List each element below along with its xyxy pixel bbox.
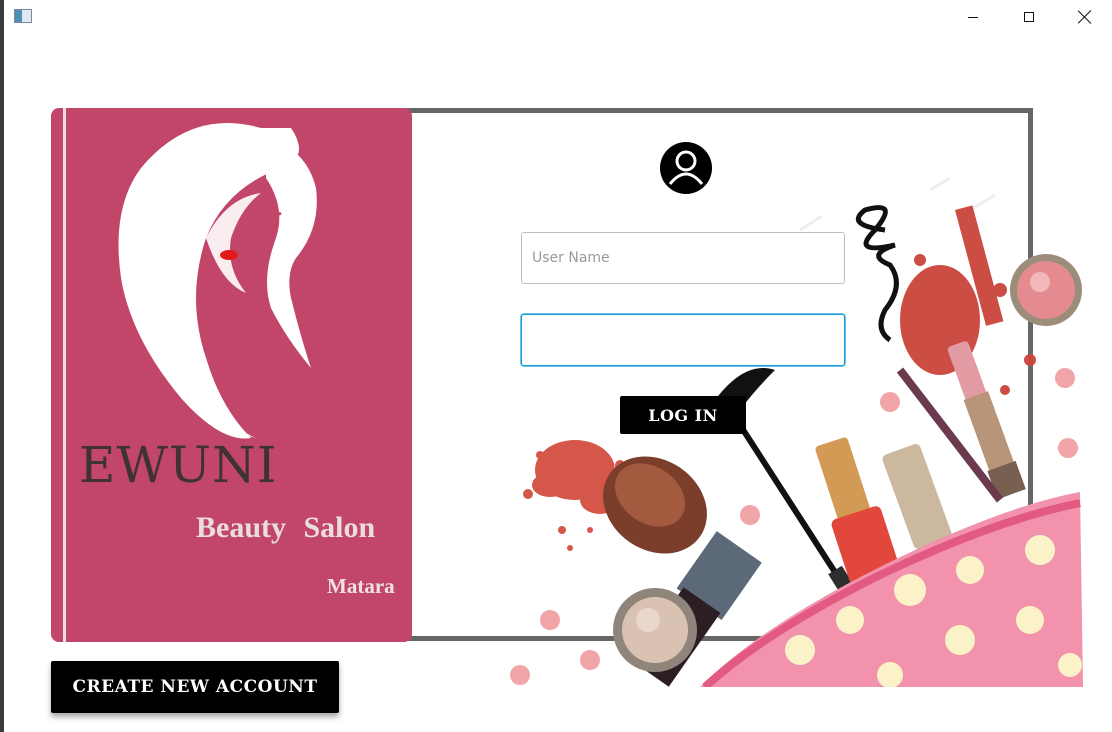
maximize-button[interactable] [1006, 0, 1052, 34]
brand-name: EWUNI [79, 436, 278, 494]
brand-tagline: Beauty Salon [196, 511, 376, 544]
app-window-icon [14, 9, 32, 23]
close-button[interactable] [1062, 0, 1108, 34]
maximize-icon [1024, 12, 1034, 22]
minimize-icon [968, 16, 978, 18]
brand-city: Matara [327, 574, 395, 598]
close-icon [1078, 10, 1092, 24]
password-input[interactable] [521, 314, 845, 366]
title-bar[interactable] [4, 0, 1112, 34]
minimize-button[interactable] [950, 0, 996, 34]
create-account-button[interactable]: CREATE NEW ACCOUNT [51, 661, 339, 713]
brand-panel: EWUNI Beauty Salon Matara [51, 108, 412, 642]
user-avatar-icon [660, 142, 712, 194]
window-left-edge [0, 0, 4, 732]
login-button[interactable]: LOG IN [620, 396, 746, 434]
panel-accent-line [63, 108, 66, 642]
username-input[interactable] [521, 232, 845, 284]
woman-portrait-logo [118, 123, 317, 439]
